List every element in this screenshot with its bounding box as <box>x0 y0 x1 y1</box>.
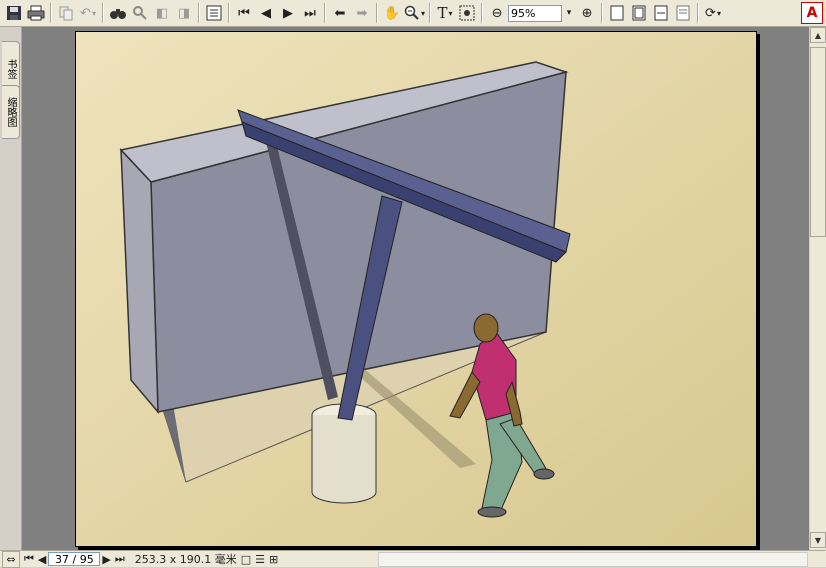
status-next-page-icon[interactable]: ▶ <box>102 552 110 567</box>
go-forward-icon[interactable]: ➡ <box>352 2 372 24</box>
navigation-pane: 书签 缩略图 <box>0 27 22 550</box>
fit-width-icon[interactable] <box>651 2 671 24</box>
toolbar: ↶ ▾ ◧ ◨ ⏮ ◀ ▶ ⏭ ⬅ ➡ ✋ ▾ T ▾ ⊖ 95% ▾ ⊕ ⟳ ▾ A <box>0 0 826 27</box>
scroll-up-icon[interactable]: ▲ <box>810 27 826 43</box>
page-number-field[interactable]: 37 / 95 <box>48 552 101 566</box>
continuous-icon[interactable]: ☰ <box>255 552 265 567</box>
undo-icon[interactable]: ↶ ▾ <box>78 2 98 24</box>
toolbar-separator <box>198 3 200 23</box>
acrobat-logo[interactable]: A <box>801 2 823 24</box>
fit-page-icon[interactable] <box>629 2 649 24</box>
prev-page-icon[interactable]: ◀ <box>256 2 276 24</box>
snapshot-icon[interactable] <box>457 2 477 24</box>
actual-size-icon[interactable] <box>607 2 627 24</box>
status-last-page-icon[interactable]: ⏭ <box>115 552 125 567</box>
page-indicator: 37 / 95 <box>55 552 94 566</box>
tab-thumbnails[interactable]: 缩略图 <box>2 85 20 139</box>
page-size: 253.3 x 190.1 毫米 <box>134 553 237 566</box>
column-body <box>311 415 377 504</box>
toolbar-separator <box>228 3 230 23</box>
next-doc-icon[interactable]: ◨ <box>174 2 194 24</box>
scroll-thumb[interactable] <box>810 47 826 237</box>
toolbar-separator <box>376 3 378 23</box>
next-page-icon[interactable]: ▶ <box>278 2 298 24</box>
first-page-icon[interactable]: ⏮ <box>234 2 254 24</box>
nav-toggle-icon[interactable]: ⇔ <box>2 550 20 568</box>
copy-icon[interactable] <box>56 2 76 24</box>
zoom-in-icon[interactable]: ⊕ <box>577 2 597 24</box>
toolbar-separator <box>324 3 326 23</box>
tab-bookmarks-label: 书签 <box>5 59 16 79</box>
status-bar: ⇔ ⏮ ◀ 37 / 95 ▶ ⏭ 253.3 x 190.1 毫米 □ ☰ ⊞ <box>0 550 826 568</box>
zoom-dropdown-icon[interactable]: ▾ <box>563 2 575 24</box>
save-icon[interactable] <box>4 2 24 24</box>
single-page-icon[interactable]: □ <box>241 552 251 567</box>
toolbar-separator <box>102 3 104 23</box>
toolbar-separator <box>601 3 604 23</box>
prev-doc-icon[interactable]: ◧ <box>152 2 172 24</box>
go-back-icon[interactable]: ⬅ <box>330 2 350 24</box>
toolbar-separator <box>50 3 52 23</box>
toolbar-separator <box>697 3 700 23</box>
page-illustration <box>76 32 756 546</box>
document-area <box>22 27 809 550</box>
reflow-icon[interactable] <box>673 2 693 24</box>
scroll-down-icon[interactable]: ▼ <box>810 532 826 548</box>
toolbar-separator <box>481 3 484 23</box>
horizontal-scrollbar[interactable] <box>378 552 808 567</box>
print-icon[interactable] <box>26 2 46 24</box>
rotate-icon[interactable]: ⟳ ▾ <box>703 2 723 24</box>
vertical-scrollbar[interactable]: ▲ ▼ <box>809 27 826 550</box>
logo-text: A <box>806 5 818 21</box>
zoom-tool-icon[interactable]: ▾ <box>404 2 425 24</box>
status-prev-page-icon[interactable]: ◀ <box>38 552 46 567</box>
toolbar-separator <box>429 3 432 23</box>
zoom-value: 95% <box>511 6 536 20</box>
last-page-icon[interactable]: ⏭ <box>300 2 320 24</box>
text-select-label: T <box>437 4 448 22</box>
zoom-out-icon[interactable]: ⊖ <box>487 2 507 24</box>
zoom-input[interactable]: 95% <box>508 4 563 22</box>
tab-thumbnails-label: 缩略图 <box>5 97 16 127</box>
status-first-page-icon[interactable]: ⏮ <box>24 552 34 567</box>
document-page <box>75 31 757 547</box>
search-icon[interactable] <box>130 2 150 24</box>
find-icon[interactable] <box>108 2 128 24</box>
properties-icon[interactable] <box>204 2 224 24</box>
facing-icon[interactable]: ⊞ <box>269 552 278 567</box>
text-select-icon[interactable]: T ▾ <box>435 2 455 24</box>
hand-tool-icon[interactable]: ✋ <box>382 2 402 24</box>
